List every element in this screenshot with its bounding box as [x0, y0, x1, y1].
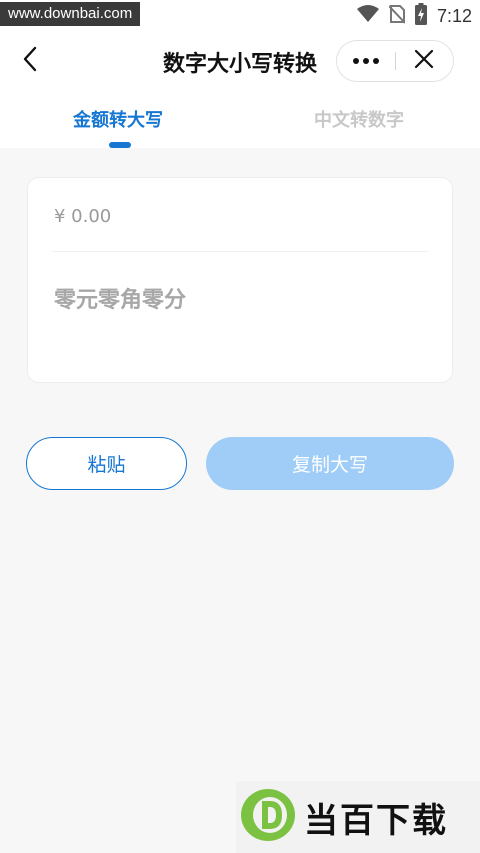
more-dots-icon — [352, 58, 359, 64]
close-button[interactable] — [395, 41, 453, 81]
card-divider — [52, 251, 428, 252]
no-sim-icon — [388, 4, 406, 28]
logo-text: 当百下载 — [304, 800, 448, 841]
chevron-left-icon — [22, 46, 38, 76]
paste-button[interactable]: 粘贴 — [26, 437, 187, 490]
tab-chinese-to-number[interactable]: 中文转数字 — [314, 106, 404, 132]
back-button[interactable] — [14, 44, 46, 78]
status-icons: 7:12 — [356, 3, 472, 29]
tab-amount-to-uppercase[interactable]: 金额转大写 — [73, 106, 163, 132]
logo-d-icon — [240, 787, 296, 847]
watermark-url: www.downbai.com — [0, 2, 141, 26]
active-tab-indicator — [109, 142, 131, 148]
amount-input[interactable] — [54, 202, 424, 230]
status-time: 7:12 — [436, 5, 472, 26]
page-title: 数字大小写转换 — [162, 52, 317, 77]
site-watermark-logo: 当百下载 — [236, 781, 480, 853]
close-icon — [414, 49, 434, 73]
copy-uppercase-button[interactable]: 复制大写 — [206, 437, 454, 490]
battery-charging-icon — [414, 3, 427, 29]
nav-bar: 数字大小写转换 — [0, 32, 480, 90]
tab-bar: 金额转大写 中文转数字 — [0, 90, 480, 148]
mini-program-capsule — [336, 40, 454, 82]
converter-card: 零元零角零分 — [27, 177, 453, 383]
more-button[interactable] — [337, 41, 395, 81]
wifi-icon — [356, 5, 379, 27]
status-bar: www.downbai.com 7:12 — [0, 0, 480, 32]
uppercase-result: 零元零角零分 — [54, 288, 187, 313]
